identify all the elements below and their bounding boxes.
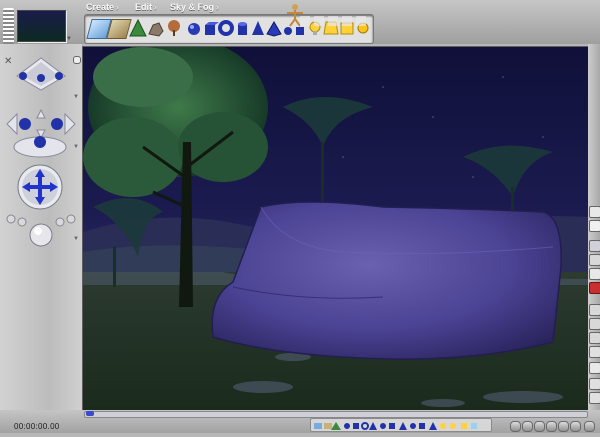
- top-toolbar: ▼ Create › Edit › Sky & Fog ›: [0, 0, 600, 44]
- step-forward-button[interactable]: [558, 421, 569, 432]
- align-icon[interactable]: [589, 304, 600, 316]
- step-back-button[interactable]: [522, 421, 533, 432]
- rock-icon[interactable]: [147, 19, 165, 37]
- panel-option-icon[interactable]: [73, 56, 81, 64]
- dropdown-marker-icon[interactable]: ▼: [73, 236, 79, 242]
- loop-button[interactable]: [584, 421, 595, 432]
- edit-tool-strip: [588, 44, 600, 433]
- fast-forward-button[interactable]: [570, 421, 581, 432]
- dropdown-marker-icon[interactable]: ▼: [73, 144, 79, 150]
- camera-pan-control[interactable]: [15, 56, 67, 97]
- menu-sky-fog[interactable]: Sky & Fog ›: [170, 2, 219, 12]
- scene-preview-thumbnail[interactable]: [17, 10, 66, 42]
- preview-dropdown-icon[interactable]: ▼: [66, 36, 72, 42]
- dropdown-marker-icon[interactable]: ▼: [73, 94, 79, 100]
- light-tool-icon[interactable]: [589, 362, 600, 374]
- terrain-icon[interactable]: [106, 19, 132, 39]
- delete-icon[interactable]: [589, 282, 600, 294]
- camera-trackball-control[interactable]: [10, 132, 70, 165]
- plant-icon[interactable]: [129, 18, 147, 37]
- pencil-icon[interactable]: [589, 206, 600, 218]
- stop-button[interactable]: [546, 421, 557, 432]
- night-scene-render: [83, 47, 588, 411]
- tree-icon[interactable]: [165, 19, 183, 37]
- close-panel-icon[interactable]: ✕: [4, 56, 12, 67]
- link-tool-icon[interactable]: [589, 378, 600, 390]
- camera-control-panel: ✕ ▼ ▼ ▼: [0, 44, 82, 433]
- animate-tool-icon[interactable]: [589, 392, 600, 404]
- duplicate-icon[interactable]: [589, 332, 600, 344]
- menu-edit[interactable]: Edit ›: [135, 2, 157, 12]
- camera-move-control[interactable]: [17, 164, 63, 215]
- rewind-button[interactable]: [510, 421, 521, 432]
- play-button[interactable]: [534, 421, 545, 432]
- material-icon[interactable]: [589, 240, 600, 252]
- palette-slot-placeholders: [300, 16, 368, 26]
- arrow-down-icon[interactable]: [589, 346, 600, 358]
- edit-object-icon[interactable]: [589, 268, 600, 280]
- menu-create[interactable]: Create ›: [86, 2, 119, 12]
- timeline-scrubber[interactable]: [86, 411, 94, 416]
- preview-size-toggle[interactable]: [3, 8, 14, 44]
- object-browser-strip[interactable]: [310, 418, 492, 432]
- timeline-track[interactable]: [84, 411, 588, 418]
- grid-icon[interactable]: [589, 254, 600, 266]
- camera-zoom-control[interactable]: [5, 209, 77, 252]
- scene-viewport[interactable]: [82, 46, 589, 412]
- timeline-time-display: 00:00:00.00: [14, 422, 60, 431]
- group-icon[interactable]: [589, 318, 600, 330]
- eraser-icon[interactable]: [589, 220, 600, 232]
